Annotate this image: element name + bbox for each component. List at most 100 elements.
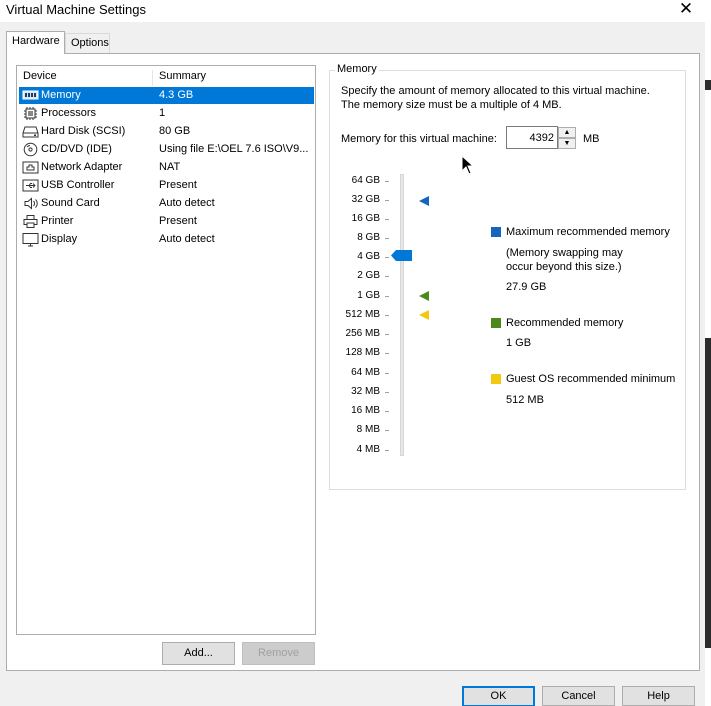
scale-tick [385,276,389,277]
max-recommended-note-1: (Memory swapping may [506,247,623,259]
scale-label: 128 MB [345,347,380,358]
device-summary: Present [159,179,197,191]
device-row-usb-controller[interactable]: USB Controller Present [19,177,314,194]
device-row-printer[interactable]: Printer Present [19,213,314,230]
device-name: Network Adapter [41,161,123,173]
device-name: Display [41,233,78,245]
device-summary: Using file E:\OEL 7.6 ISO\V9... [159,143,309,155]
cd-dvd-icon [23,142,38,157]
scale-label: 4 GB [357,251,380,262]
scale-label: 16 GB [351,213,380,224]
device-name: Hard Disk (SCSI) [41,125,126,137]
remove-device-button[interactable]: Remove [242,642,315,665]
column-header-summary[interactable]: Summary [152,70,316,86]
scale-tick [385,334,389,335]
memory-icon [22,90,39,100]
column-header-device[interactable]: Device [23,70,153,86]
device-summary: NAT [159,161,181,173]
processor-icon [24,107,37,120]
guest-min-legend-swatch [491,374,501,384]
scale-tick [385,373,389,374]
background-window-fragment [705,338,711,648]
device-row-hard-disk[interactable]: Hard Disk (SCSI) 80 GB [19,123,314,140]
help-button[interactable]: Help [622,686,695,706]
scale-tick [385,450,389,451]
scale-tick [385,353,389,354]
device-row-display[interactable]: Display Auto detect [19,231,314,248]
scale-tick [385,315,389,316]
title-bar: Virtual Machine Settings ✕ [0,0,711,22]
guest-min-value: 512 MB [506,394,544,406]
scale-tick [385,411,389,412]
scale-label: 16 MB [351,405,380,416]
scale-label: 32 MB [351,386,380,397]
scale-tick [385,296,389,297]
device-row-cd-dvd[interactable]: CD/DVD (IDE) Using file E:\OEL 7.6 ISO\V… [19,141,314,158]
scale-tick [385,392,389,393]
hard-disk-icon [22,126,39,138]
ok-button[interactable]: OK [462,686,535,706]
scale-label: 512 MB [345,309,380,320]
cancel-button[interactable]: Cancel [542,686,615,706]
add-device-button[interactable]: Add... [162,642,235,665]
device-name: Memory [41,89,81,101]
close-button[interactable]: ✕ [673,0,699,20]
scale-label: 64 GB [351,175,380,186]
max-recommended-label: Maximum recommended memory [506,226,670,238]
device-summary: Auto detect [159,197,215,209]
mouse-cursor-icon [461,155,475,175]
device-name: CD/DVD (IDE) [41,143,112,155]
window-title: Virtual Machine Settings [6,2,146,17]
tab-hardware[interactable]: Hardware [6,31,65,54]
scale-tick [385,430,389,431]
background-window-fragment [705,80,711,90]
device-summary: Auto detect [159,233,215,245]
memory-slider-track[interactable] [400,174,404,456]
device-row-processors[interactable]: Processors 1 [19,105,314,122]
memory-spin-up-button[interactable]: ▲ [558,127,576,138]
memory-slider-thumb[interactable] [391,250,412,261]
memory-field-label: Memory for this virtual machine: [341,133,497,145]
background-window-edge [705,0,711,706]
scale-label: 8 MB [356,424,380,435]
scale-label: 32 GB [351,194,380,205]
network-adapter-icon [22,161,39,174]
scale-label: 256 MB [345,328,380,339]
recommended-value: 1 GB [506,337,532,349]
guest-min-label: Guest OS recommended minimum [506,373,676,385]
device-name: Sound Card [41,197,100,209]
max-recommended-note-2: occur beyond this size.) [506,261,622,273]
usb-icon [22,179,39,192]
display-icon [22,233,39,247]
device-name: USB Controller [41,179,115,191]
scale-label: 2 GB [357,270,380,281]
device-summary: 4.3 GB [159,89,194,101]
device-row-sound-card[interactable]: Sound Card Auto detect [19,195,314,212]
scale-label: 64 MB [351,367,380,378]
recommended-label: Recommended memory [506,317,624,329]
tab-options[interactable]: Options [65,33,110,53]
max-recommended-marker-icon [419,196,429,206]
scale-tick [385,219,389,220]
printer-icon [23,215,38,228]
device-name: Processors [41,107,97,119]
device-summary: 1 [159,107,166,119]
device-row-network-adapter[interactable]: Network Adapter NAT [19,159,314,176]
recommended-marker-icon [419,291,429,301]
memory-spin-down-button[interactable]: ▼ [558,138,576,149]
device-row-memory[interactable]: Memory 4.3 GB [19,87,314,104]
device-list[interactable]: Device Summary Memory 4.3 GB Processors … [16,65,316,635]
recommended-legend-swatch [491,318,501,328]
scale-tick [385,181,389,182]
memory-group-title: Memory [335,63,379,75]
memory-size-input[interactable] [506,126,558,149]
max-recommended-legend-swatch [491,227,501,237]
speaker-icon [24,197,38,210]
memory-description-line-1: Specify the amount of memory allocated t… [341,85,650,97]
device-name: Printer [41,215,74,227]
guest-min-marker-icon [419,310,429,320]
scale-label: 1 GB [357,290,380,301]
max-recommended-value: 27.9 GB [506,281,547,293]
memory-unit-label: MB [583,133,600,145]
scale-label: 4 MB [356,444,380,455]
